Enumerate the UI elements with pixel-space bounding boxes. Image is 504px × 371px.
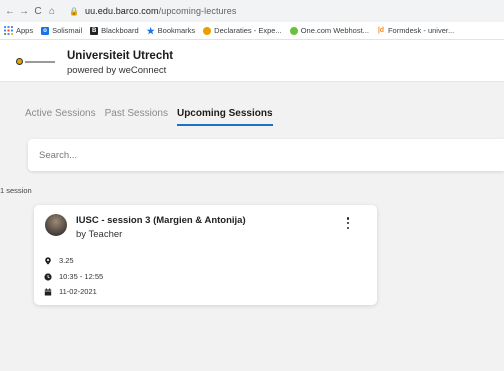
session-location: 3.25: [44, 256, 74, 265]
bookmark-blackboard[interactable]: B Blackboard: [90, 26, 139, 35]
bookmark-label: Bookmarks: [157, 26, 196, 35]
url-path: /upcoming-lectures: [158, 6, 237, 16]
solismail-icon: o: [41, 26, 50, 35]
address-field[interactable]: uu.edu.barco.com/upcoming-lectures: [85, 6, 237, 16]
star-icon: ★: [146, 25, 155, 36]
bookmark-onecom[interactable]: One.com Webhost...: [289, 26, 369, 35]
bookmark-label: One.com Webhost...: [300, 26, 369, 35]
org-subtitle: powered by weConnect: [67, 65, 167, 76]
bookmark-formdesk[interactable]: |d Formdesk - univer...: [377, 26, 454, 35]
bookmark-declaraties[interactable]: Declaraties - Expe...: [203, 26, 282, 35]
university-logo[interactable]: [16, 57, 58, 66]
org-name: Universiteit Utrecht: [67, 50, 174, 62]
bookmarks-bar: Apps o Solismail B Blackboard ★ Bookmark…: [0, 22, 504, 40]
bookmark-label: Formdesk - univer...: [387, 26, 455, 35]
location-pin-icon: [45, 256, 51, 265]
clock-icon: [44, 272, 52, 281]
bookmark-label: Solismail: [52, 26, 83, 35]
bookmark-apps[interactable]: Apps: [4, 26, 33, 35]
teacher-avatar: [45, 214, 67, 236]
reload-icon[interactable]: C: [31, 6, 45, 17]
session-title: IUSC - session 3 (Margien & Antonija): [76, 215, 246, 226]
bookmark-solismail[interactable]: o Solismail: [41, 26, 82, 35]
date-text: 11-02-2021: [59, 287, 97, 296]
more-options-icon[interactable]: [346, 217, 350, 229]
home-icon[interactable]: ⌂: [45, 6, 59, 17]
session-date: 11-02-2021: [44, 287, 97, 296]
logo-wordmark: [25, 60, 55, 63]
browser-url-bar: ← → C ⌂ 🔒 uu.edu.barco.com/upcoming-lect…: [0, 0, 504, 22]
app-header: Universiteit Utrecht powered by weConnec…: [0, 40, 504, 82]
formdesk-icon: |d: [377, 26, 385, 34]
session-card[interactable]: IUSC - session 3 (Margien & Antonija) by…: [34, 205, 377, 305]
search-box: [28, 139, 504, 171]
blackboard-icon: B: [90, 26, 99, 35]
search-input[interactable]: [28, 139, 504, 171]
university-seal-icon: [16, 58, 23, 65]
forward-arrow-icon[interactable]: →: [17, 6, 31, 17]
session-teacher: by Teacher: [76, 229, 123, 240]
session-time: 10:35 - 12:55: [44, 272, 103, 281]
onecom-icon: [289, 26, 298, 35]
lock-icon[interactable]: 🔒: [69, 7, 79, 16]
tab-active-sessions[interactable]: Active Sessions: [25, 108, 96, 119]
time-text: 10:35 - 12:55: [59, 272, 104, 281]
calendar-icon: [44, 287, 52, 296]
bookmark-label: Apps: [16, 26, 34, 35]
session-tabs: Active Sessions Past Sessions Upcoming S…: [25, 108, 282, 126]
back-arrow-icon[interactable]: ←: [3, 6, 17, 17]
tab-upcoming-sessions[interactable]: Upcoming Sessions: [176, 108, 273, 126]
tab-past-sessions[interactable]: Past Sessions: [105, 108, 168, 119]
location-text: 3.25: [59, 256, 74, 265]
bookmark-bookmarks[interactable]: ★ Bookmarks: [147, 26, 196, 35]
bookmark-label: Declaraties - Expe...: [214, 26, 282, 35]
url-host: uu.edu.barco.com: [84, 6, 159, 16]
result-count: 1 session: [0, 186, 32, 195]
declaraties-icon: [203, 26, 212, 35]
apps-grid-icon: [4, 26, 13, 35]
bookmark-label: Blackboard: [101, 26, 139, 35]
